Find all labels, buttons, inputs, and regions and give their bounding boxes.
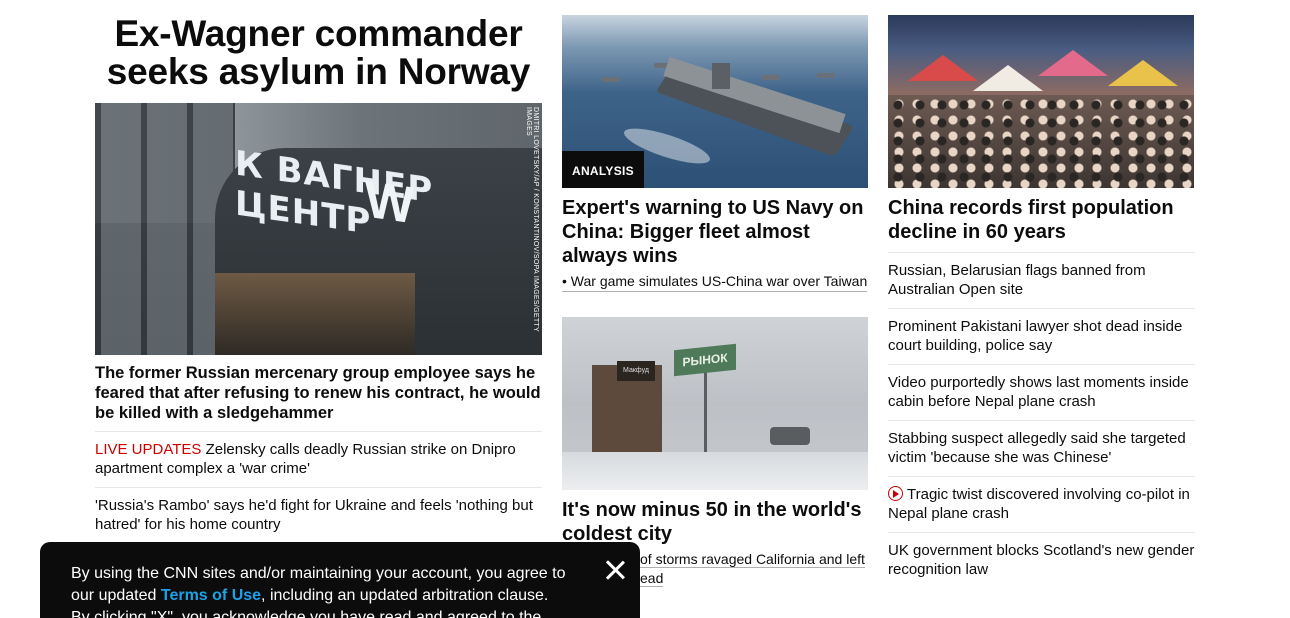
image-crowd <box>888 95 1194 188</box>
consent-line-1: By using the CNN sites and/or maintainin… <box>71 565 566 582</box>
image-tent <box>973 65 1043 91</box>
right-stories: China records first population decline i… <box>888 0 1195 588</box>
story-list: Russian, Belarusian flags banned from Au… <box>888 252 1195 588</box>
consent-line-2-pre: our updated <box>71 587 161 604</box>
image-car <box>770 427 810 445</box>
image-entrance <box>215 273 415 355</box>
list-item[interactable]: Prominent Pakistani lawyer shot dead ins… <box>888 309 1195 364</box>
play-icon <box>888 486 903 501</box>
analysis-badge: ANALYSIS <box>562 151 644 188</box>
list-item-video[interactable]: Tragic twist discovered involving co-pil… <box>888 477 1195 532</box>
lead-summary[interactable]: The former Russian mercenary group emplo… <box>95 363 542 423</box>
consent-line-2-post: , including an updated arbitration claus… <box>261 587 549 604</box>
image-carrier-island <box>712 63 730 89</box>
terms-consent-banner: By using the CNN sites and/or maintainin… <box>40 542 640 618</box>
storms-link-line2: ead <box>640 570 664 587</box>
consent-line-2: our updated Terms of Use, including an u… <box>71 585 570 607</box>
image-boat <box>817 73 835 78</box>
image-boat <box>762 75 780 80</box>
terms-of-use-link[interactable]: Terms of Use <box>161 587 261 604</box>
image-glass-facade <box>95 103 235 355</box>
live-updates-label: LIVE UPDATES <box>95 441 202 458</box>
cold-city-headline[interactable]: It's now minus 50 in the world's coldest… <box>562 498 868 546</box>
lead-story: Ex-Wagner commander seeks asylum in Norw… <box>95 0 542 544</box>
middle-stories: ANALYSIS Expert's warning to US Navy on … <box>562 0 868 588</box>
image-credit: Dmitri Lovetsky/AP / Konstantinov/SOPA I… <box>525 107 539 332</box>
cold-city-image[interactable]: Макфуд РЫНОК <box>562 317 868 490</box>
image-snow-ground <box>562 452 868 490</box>
list-item[interactable]: Stabbing suspect allegedly said she targ… <box>888 421 1195 476</box>
related-story-2[interactable]: 'Russia's Rambo' says he'd fight for Ukr… <box>95 488 542 543</box>
list-item[interactable]: UK government blocks Scotland's new gend… <box>888 533 1195 588</box>
image-tent <box>908 55 978 81</box>
related-story-text: 'Russia's Rambo' says he'd fight for Ukr… <box>95 497 533 533</box>
storms-link-line1: of storms ravaged California and left <box>640 551 865 568</box>
war-game-link[interactable]: • War game simulates US-China war over T… <box>562 272 868 292</box>
image-tent <box>1108 60 1178 86</box>
china-headline[interactable]: China records first population decline i… <box>888 196 1195 244</box>
list-item[interactable]: Video purportedly shows last moments ins… <box>888 365 1195 420</box>
image-boat <box>602 77 620 82</box>
image-sign-pole <box>704 372 707 452</box>
lead-image[interactable]: К ВАГНЕР ЦЕНТР W Dmitri Lovetsky/AP / Ko… <box>95 103 542 355</box>
navy-image[interactable]: ANALYSIS <box>562 15 868 188</box>
navy-headline[interactable]: Expert's warning to US Navy on China: Bi… <box>562 196 868 268</box>
image-market-sign: РЫНОК <box>674 343 736 377</box>
image-building-logo: W <box>365 170 415 236</box>
consent-line-3: By clicking "X", you acknowledge you hav… <box>71 609 542 618</box>
list-item-text: Tragic twist discovered involving co-pil… <box>888 486 1190 522</box>
image-kiosk-sign: Макфуд <box>617 361 655 381</box>
list-item[interactable]: Russian, Belarusian flags banned from Au… <box>888 253 1195 308</box>
image-tent <box>1038 50 1108 76</box>
related-story-1[interactable]: LIVE UPDATES Zelensky calls deadly Russi… <box>95 432 542 487</box>
lead-headline[interactable]: Ex-Wagner commander seeks asylum in Norw… <box>95 15 542 91</box>
china-crowd-image[interactable] <box>888 15 1194 188</box>
close-icon[interactable] <box>604 559 626 581</box>
